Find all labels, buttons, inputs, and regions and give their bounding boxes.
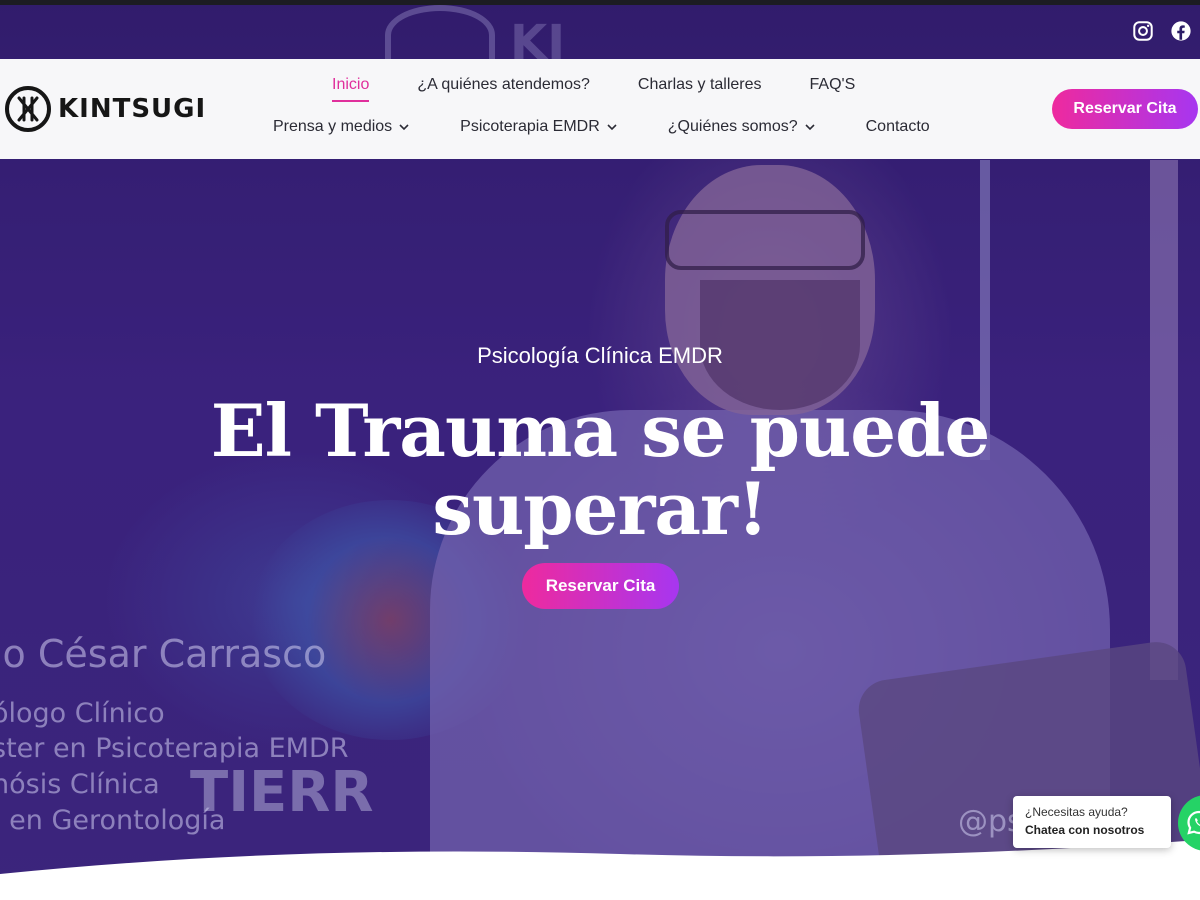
brand-logo[interactable]: KINTSUGI [4,85,206,133]
background-caption-role: ólogo Clínico [0,698,165,729]
chat-prompt-bubble[interactable]: ¿Necesitas ayuda? Chatea con nosotros [1013,796,1171,848]
nav-item-label: Charlas y talleres [637,76,762,93]
nav-item-psicoterapia-emdr[interactable]: Psicoterapia EMDR [460,118,618,144]
nav-item-label: ¿Quiénes somos? [667,118,798,135]
brand-name: KINTSUGI [58,94,207,124]
hero-bottom-wave [0,840,1200,900]
main-nav-row-2: Prensa y medios Psicoterapia EMDR ¿Quién… [273,118,980,144]
chevron-down-icon [805,124,815,131]
browser-top-edge [0,0,1200,5]
social-links [1132,20,1192,42]
nav-item-inicio[interactable]: Inicio [332,76,370,102]
site-header: KINTSUGI Inicio ¿A quiénes atendemos? Ch… [0,59,1200,159]
nav-item-label: FAQ'S [809,76,856,93]
nav-item-label: Prensa y medios [273,118,393,135]
main-nav-row-1: Inicio ¿A quiénes atendemos? Charlas y t… [332,76,903,102]
nav-item-quienes-somos[interactable]: ¿Quiénes somos? [668,118,816,144]
whatsapp-icon [1187,810,1200,835]
chevron-down-icon [399,124,409,131]
nav-item-contacto[interactable]: Contacto [866,118,930,144]
nav-item-label: Inicio [332,76,370,93]
chat-prompt-action: Chatea con nosotros [1025,823,1145,837]
hero-headline: El Trauma se puede superar! [210,388,991,551]
facebook-icon [1171,21,1191,41]
reservar-cita-hero-button[interactable]: Reservar Cita [522,563,679,609]
background-caption-role: nósis Clínica [0,769,160,800]
hero-eyebrow: Psicología Clínica EMDR [477,343,723,368]
chevron-down-icon [607,124,617,131]
nav-item-label: ¿A quiénes atendemos? [417,76,590,93]
kintsugi-logo-icon [5,86,51,132]
nav-item-label: Contacto [865,118,930,135]
background-sign-text: TIERR [190,760,374,825]
background-caption-name: io César Carrasco [0,632,327,676]
instagram-icon [1133,21,1153,41]
nav-item-charlas-y-talleres[interactable]: Charlas y talleres [638,76,762,102]
chat-prompt-question: ¿Necesitas ayuda? [1025,805,1128,819]
instagram-link[interactable] [1132,20,1154,42]
reservar-cita-header-button[interactable]: Reservar Cita [1052,89,1198,129]
facebook-link[interactable] [1170,20,1192,42]
nav-item-faqs[interactable]: FAQ'S [810,76,856,102]
nav-item-prensa-y-medios[interactable]: Prensa y medios [273,118,410,144]
nav-item-a-quienes-atendemos[interactable]: ¿A quiénes atendemos? [417,76,590,102]
nav-item-label: Psicoterapia EMDR [460,118,600,135]
